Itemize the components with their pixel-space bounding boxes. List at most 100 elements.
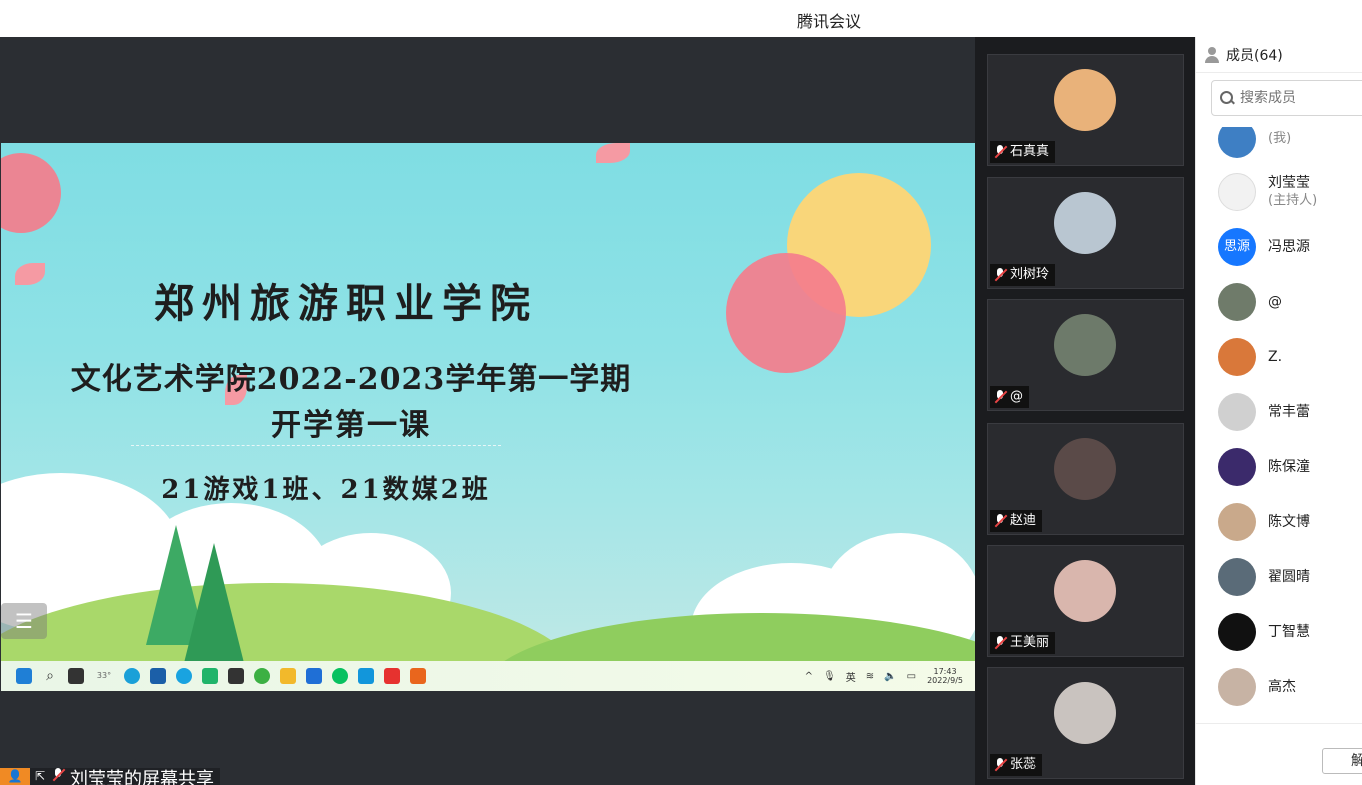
shared-taskbar: ⌕ 33° ^ 🎙 英 ≋ 🔈 ▭ 17:43 2022/9/5: [1, 661, 975, 691]
members-title: 成员(64): [1226, 47, 1283, 64]
tile-name-label: @: [990, 386, 1029, 408]
slide-classes: 21游戏1班、21数媒2班: [161, 475, 491, 505]
tile-name-label: 赵迪: [990, 510, 1043, 532]
avatar: [1054, 438, 1116, 500]
member-name: 丁智慧: [1268, 624, 1310, 640]
member-name: Z.: [1268, 349, 1283, 365]
avatar: [1218, 668, 1256, 706]
feishu-icon: [306, 668, 322, 684]
tile-name: 刘树玲: [1010, 267, 1050, 282]
task-view-icon: [68, 668, 84, 684]
video-tile[interactable]: 张蕊: [987, 667, 1184, 779]
avatar: [1218, 613, 1256, 651]
members-panel: 成员(64) (我) 刘莹莹 (主持人) 思源 冯思源 @ Z. 常丰蕾: [1195, 37, 1362, 785]
shared-slide: 郑州旅游职业学院 文化艺术学院2022-2023学年第一学期 开学第一课 21游…: [1, 143, 975, 661]
mic-muted-icon: [994, 514, 1006, 528]
title-bar: 腾讯会议: [0, 0, 1362, 37]
main-stage: 郑州旅游职业学院 文化艺术学院2022-2023学年第一学期 开学第一课 21游…: [0, 37, 975, 785]
mic-muted-icon: [994, 268, 1006, 282]
store-icon: [150, 668, 166, 684]
flower-decoration: [1, 153, 61, 233]
tile-name-label: 刘树玲: [990, 264, 1056, 286]
avatar: 思源: [1218, 228, 1256, 266]
unmute-all-button[interactable]: 解: [1322, 748, 1362, 774]
slide-term-title: 文化艺术学院2022-2023学年第一学期: [70, 362, 632, 397]
members-header: 成员(64): [1196, 37, 1362, 73]
volume-icon: 🔈: [884, 670, 897, 682]
avatar: [1054, 682, 1116, 744]
list-item[interactable]: @: [1218, 282, 1362, 322]
screen-share-label: 👤 ⇱ 刘莹莹的屏幕共享: [0, 768, 220, 785]
list-item[interactable]: 陈文博: [1218, 502, 1362, 542]
list-item[interactable]: (我): [1218, 127, 1362, 159]
browser-icon: [254, 668, 270, 684]
avatar: [1218, 283, 1256, 321]
mail-icon: [202, 668, 218, 684]
member-role: (我): [1268, 131, 1292, 146]
member-name: 陈保潼: [1268, 459, 1310, 475]
slideshow-icon: [410, 668, 426, 684]
ie-icon: [176, 668, 192, 684]
slide-school-name: 郑州旅游职业学院: [154, 280, 538, 327]
mic-muted-icon: [50, 768, 70, 785]
battery-icon: ▭: [906, 670, 917, 682]
wifi-icon: ≋: [865, 670, 875, 682]
user-icon: 👤: [0, 768, 30, 785]
avatar: [1218, 393, 1256, 431]
clock: 17:43 2022/9/5: [927, 667, 963, 685]
tree-decoration: [184, 543, 244, 661]
list-item[interactable]: 常丰蕾: [1218, 392, 1362, 432]
member-list: (我) 刘莹莹 (主持人) 思源 冯思源 @ Z. 常丰蕾 陈保潼 陈文博 翟圆…: [1196, 127, 1362, 727]
video-tile[interactable]: 王美丽: [987, 545, 1184, 657]
avatar: [1218, 173, 1256, 211]
app-icon: [228, 668, 244, 684]
tile-name: 石真真: [1010, 144, 1050, 159]
slide-menu-button[interactable]: ☰: [1, 603, 47, 639]
search-input[interactable]: [1240, 90, 1350, 106]
person-icon: [1204, 46, 1220, 63]
member-search[interactable]: [1211, 80, 1362, 116]
wps-icon: [384, 668, 400, 684]
member-name: @: [1268, 294, 1282, 310]
wechat-icon: [332, 668, 348, 684]
avatar: [1218, 503, 1256, 541]
petal-decoration: [596, 143, 630, 163]
window-title: 腾讯会议: [796, 12, 861, 31]
list-item[interactable]: 陈保潼: [1218, 447, 1362, 487]
video-tile[interactable]: @: [987, 299, 1184, 411]
flower-decoration: [726, 253, 846, 373]
list-item[interactable]: 刘莹莹 (主持人): [1218, 172, 1362, 212]
list-item[interactable]: 思源 冯思源: [1218, 227, 1362, 267]
list-item[interactable]: 高杰: [1218, 667, 1362, 707]
tile-name: 赵迪: [1010, 513, 1037, 528]
folder-icon: [280, 668, 296, 684]
avatar: [1054, 314, 1116, 376]
member-name: 高杰: [1268, 679, 1296, 695]
video-tile[interactable]: 赵迪: [987, 423, 1184, 535]
list-item[interactable]: 丁智慧: [1218, 612, 1362, 652]
video-tiles-column: 石真真 刘树玲 @ 赵迪 王美丽 张蕊: [975, 37, 1195, 785]
mic-muted-icon: [994, 636, 1006, 650]
mic-icon: 🎙: [823, 670, 836, 682]
windows-start-icon: [16, 668, 32, 684]
avatar: [1054, 192, 1116, 254]
meeting-icon: [358, 668, 374, 684]
avatar: [1218, 127, 1256, 158]
tile-name-label: 石真真: [990, 141, 1056, 163]
chevron-up-icon: ^: [804, 670, 814, 682]
tile-name: 王美丽: [1010, 635, 1050, 650]
clock-time: 17:43: [933, 667, 957, 676]
avatar: [1218, 448, 1256, 486]
members-footer: 解: [1196, 723, 1362, 785]
list-item[interactable]: 翟圆晴: [1218, 557, 1362, 597]
member-role: (主持人): [1268, 193, 1318, 208]
input-language: 英: [845, 672, 856, 684]
member-name: 常丰蕾: [1268, 404, 1310, 420]
mic-muted-icon: [994, 758, 1006, 772]
edge-icon: [124, 668, 140, 684]
video-tile[interactable]: 石真真: [987, 54, 1184, 166]
list-item[interactable]: Z.: [1218, 337, 1362, 377]
tile-name: 张蕊: [1010, 757, 1037, 772]
video-tile[interactable]: 刘树玲: [987, 177, 1184, 289]
mic-muted-icon: [994, 390, 1006, 404]
